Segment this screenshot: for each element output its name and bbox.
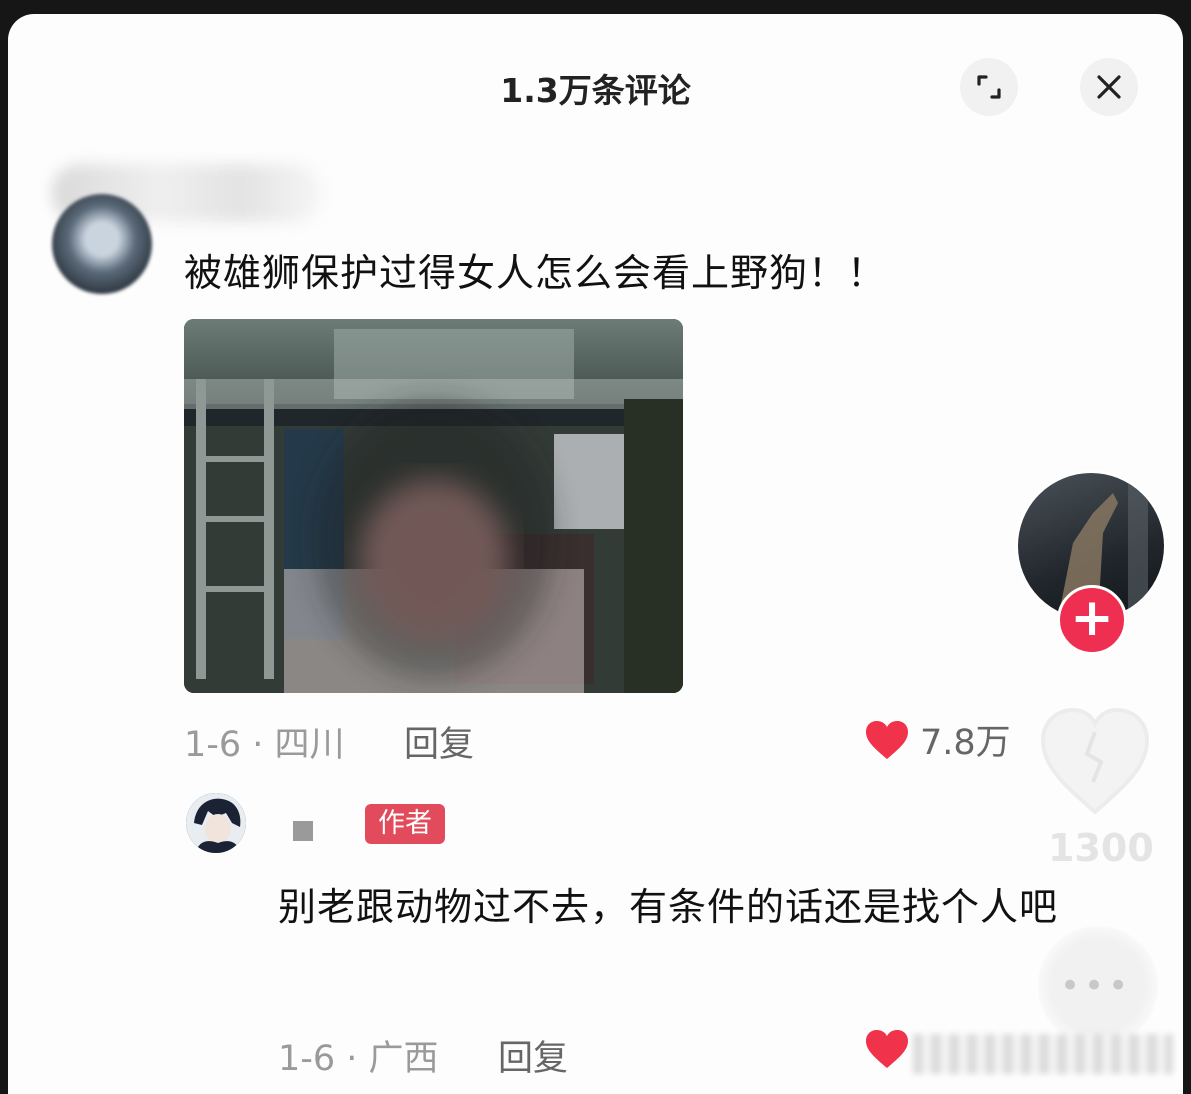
close-button[interactable]: [1080, 58, 1138, 116]
like-count-blurred: [913, 1034, 1173, 1074]
author-name-redacted: [293, 821, 313, 841]
like-button[interactable]: 7.8万: [864, 714, 1011, 765]
plus-icon: +: [1070, 588, 1114, 648]
dorm-photo: [184, 319, 683, 693]
author-avatar-image: [186, 793, 246, 853]
side-heart-icon[interactable]: [1035, 702, 1155, 822]
author-badge: 作者: [365, 804, 445, 844]
reply-text: 别老跟动物过不去，有条件的话还是找个人吧: [278, 885, 1059, 929]
like-count: 7.8万: [920, 723, 1011, 763]
reply-button-2[interactable]: 回复: [498, 1030, 568, 1081]
expand-icon: [977, 75, 1001, 99]
comment-image[interactable]: [184, 319, 683, 693]
author-avatar[interactable]: [186, 793, 246, 853]
avatar[interactable]: [52, 194, 152, 294]
comment-meta: 1-6 · 四川: [184, 725, 345, 765]
more-icon: •••: [1060, 966, 1133, 1006]
reply-meta: 1-6 · 广西: [278, 1039, 439, 1079]
heart-icon: [866, 1030, 908, 1068]
like-button-2[interactable]: [864, 1028, 910, 1070]
comment-text: 被雄狮保护过得女人怎么会看上野狗！！: [184, 251, 887, 295]
side-like-count: 1300: [1048, 826, 1154, 870]
comments-sheet: 1.3万条评论 被雄狮保护过得女人怎么会看上野狗！！ 1-6 · 四川 回复 7…: [8, 14, 1183, 1094]
reply-button[interactable]: 回复: [404, 716, 474, 767]
heart-icon: [866, 720, 908, 759]
follow-button[interactable]: +: [1057, 585, 1127, 655]
close-icon: [1097, 75, 1121, 99]
expand-button[interactable]: [960, 58, 1018, 116]
